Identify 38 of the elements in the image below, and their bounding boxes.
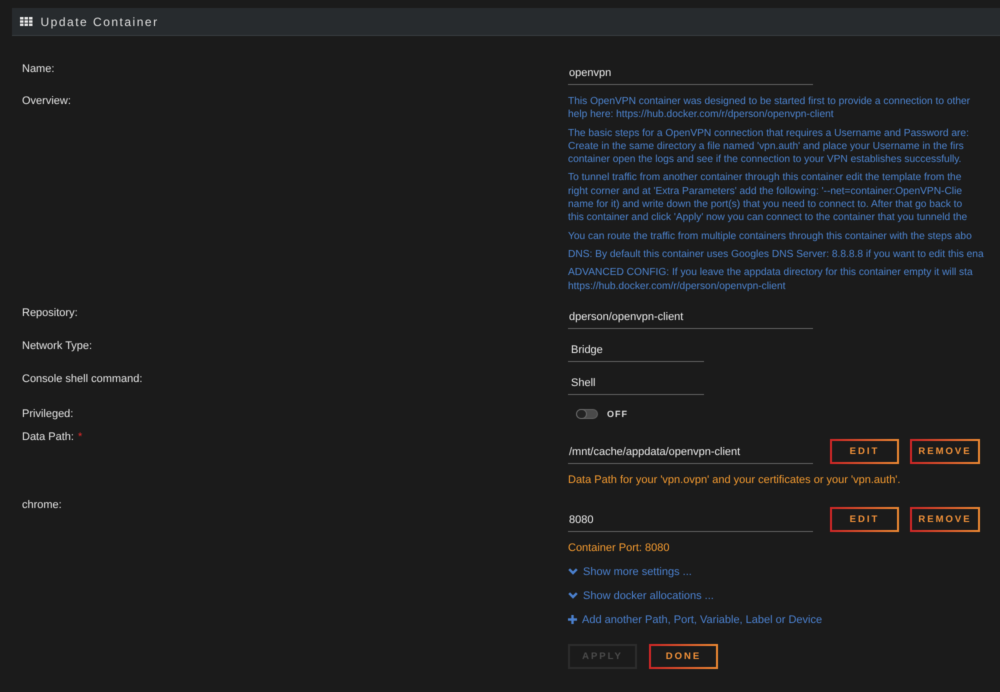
- overview-paragraph: You can route the traffic from multiple containers through this container with the steps abo: [568, 230, 973, 243]
- field-label: chrome:: [22, 498, 62, 513]
- window-title: Update Container: [40, 14, 159, 28]
- field-label: Network Type:: [22, 338, 92, 354]
- overview-paragraph: This OpenVPN container was designed to be started first to provide a connection to other help here: https://hub.docker.com/r/dperson/openvpn-client: [568, 95, 972, 122]
- edit-button[interactable]: EDIT: [830, 506, 899, 532]
- dropdown-field[interactable]: Shell: [568, 372, 704, 395]
- field-label: Repository:: [22, 306, 78, 321]
- remove-button[interactable]: REMOVE: [910, 506, 980, 532]
- overview-paragraph: DNS: By default this container uses Googles DNS Server: 8.8.8.8 if you want to edit this ena: [568, 248, 984, 262]
- field-description: Container Port: 8080: [568, 542, 671, 555]
- field-label: Privileged:: [22, 406, 74, 422]
- edit-button[interactable]: EDIT: [830, 438, 899, 464]
- plus-icon: [568, 615, 577, 624]
- switch-state-label: OFF: [607, 408, 628, 419]
- field-label: Name:: [22, 62, 54, 77]
- overview-paragraph: The basic steps for a OpenVPN connection that requires a Username and Password are: Create in the same directory a file named 'vpn.auth' and place your Username in the firs container open the logs and see if the connection to your VPN establishes successfully.: [568, 126, 970, 166]
- toggle-switch[interactable]: [576, 408, 598, 419]
- expand-link[interactable]: Show more settings ...: [568, 564, 692, 580]
- expand-link[interactable]: Show docker allocations ...: [568, 588, 714, 604]
- required-mark: *: [78, 430, 82, 445]
- text-field[interactable]: /mnt/cache/appdata/openvpn-client: [568, 442, 813, 464]
- overview-paragraph: ADVANCED CONFIG: If you leave the appdata directory for this container empty it will sta https://hub.docker.com/r/dperson/openvpn-client: [568, 266, 974, 293]
- overview-paragraph: To tunnel traffic from another container through this container edit the template from the right corner and at 'Extra Parameters' add the following: '--net=container:OpenVPN-Clie name for it) and write down the port(s) that you need to connect to. After that go back to this container and click 'Apply' now you can connect to the container that you tunneld the: [568, 171, 968, 225]
- done-button[interactable]: DONE: [649, 644, 718, 669]
- dropdown-field[interactable]: Bridge: [568, 340, 704, 362]
- remove-button[interactable]: REMOVE: [910, 438, 980, 464]
- field-label: Overview:: [22, 95, 71, 108]
- chevron-down-icon: [568, 568, 578, 576]
- text-field[interactable]: dperson/openvpn-client: [568, 306, 813, 329]
- add-link[interactable]: Add another Path, Port, Variable, Label or Device: [568, 612, 822, 628]
- grid-icon: [20, 17, 32, 26]
- text-field[interactable]: 8080: [568, 510, 813, 532]
- field-description: Data Path for your 'vpn.ovpn' and your certificates or your 'vpn.auth'.: [568, 474, 902, 487]
- field-label: Data Path:: [22, 430, 74, 445]
- chevron-down-icon: [568, 592, 578, 600]
- field-label: Console shell command:: [22, 372, 142, 387]
- text-field[interactable]: openvpn: [568, 63, 813, 85]
